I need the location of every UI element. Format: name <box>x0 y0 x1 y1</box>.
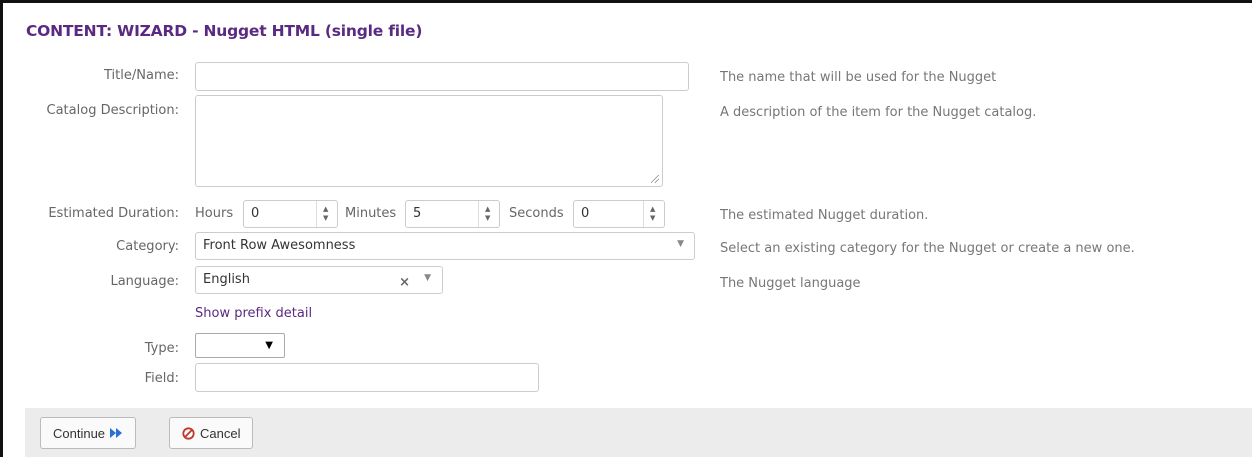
type-label: Type: <box>144 341 179 356</box>
caret-down-icon: ▼ <box>677 239 684 249</box>
type-select[interactable]: ▼ <box>195 333 285 358</box>
seconds-label: Seconds <box>509 206 564 221</box>
field-label: Field: <box>144 371 179 386</box>
catalog-description-help: A description of the item for the Nugget… <box>720 105 1037 120</box>
minutes-spinner[interactable]: 5 ▲ ▼ <box>405 200 500 228</box>
minutes-value: 5 <box>413 206 422 221</box>
category-value: Front Row Awesomness <box>203 238 356 253</box>
language-value: English <box>203 272 250 287</box>
wizard-footer: Continue Cancel <box>25 408 1252 457</box>
language-select[interactable]: English × ▼ <box>195 266 443 294</box>
page-title: CONTENT: WIZARD - Nugget HTML (single fi… <box>26 22 423 40</box>
catalog-description-textarea[interactable] <box>195 95 663 187</box>
spinner-arrows-icon[interactable]: ▲ ▼ <box>643 201 664 227</box>
title-name-label: Title/Name: <box>104 68 179 83</box>
minutes-label: Minutes <box>345 206 397 221</box>
caret-down-icon: ▼ <box>265 340 273 351</box>
category-help: Select an existing category for the Nugg… <box>720 241 1135 256</box>
seconds-value: 0 <box>581 206 590 221</box>
continue-button[interactable]: Continue <box>40 417 137 449</box>
seconds-spinner[interactable]: 0 ▲ ▼ <box>573 200 665 228</box>
ban-icon <box>182 426 195 440</box>
caret-down-icon[interactable]: ▼ <box>424 273 431 283</box>
fast-forward-icon <box>110 428 123 438</box>
cancel-label: Cancel <box>200 425 241 441</box>
spinner-arrows-icon[interactable]: ▲ ▼ <box>316 201 337 227</box>
resize-grip-icon[interactable] <box>651 175 659 183</box>
show-prefix-detail-link[interactable]: Show prefix detail <box>195 306 312 321</box>
catalog-description-label: Catalog Description: <box>46 103 179 118</box>
language-help: The Nugget language <box>720 276 861 291</box>
spinner-arrows-icon[interactable]: ▲ ▼ <box>478 201 499 227</box>
hours-spinner[interactable]: 0 ▲ ▼ <box>243 200 338 228</box>
clear-x-icon[interactable]: × <box>399 275 410 290</box>
estimated-duration-help: The estimated Nugget duration. <box>720 208 929 223</box>
category-select[interactable]: Front Row Awesomness ▼ <box>195 232 695 260</box>
hours-value: 0 <box>251 206 260 221</box>
language-label: Language: <box>110 274 179 289</box>
category-label: Category: <box>116 239 179 254</box>
estimated-duration-label: Estimated Duration: <box>48 206 179 221</box>
cancel-button[interactable]: Cancel <box>169 417 254 449</box>
hours-label: Hours <box>195 206 234 221</box>
title-name-input[interactable] <box>195 62 689 91</box>
title-name-help: The name that will be used for the Nugge… <box>720 70 997 85</box>
continue-label: Continue <box>53 425 106 441</box>
field-input[interactable] <box>195 363 539 392</box>
